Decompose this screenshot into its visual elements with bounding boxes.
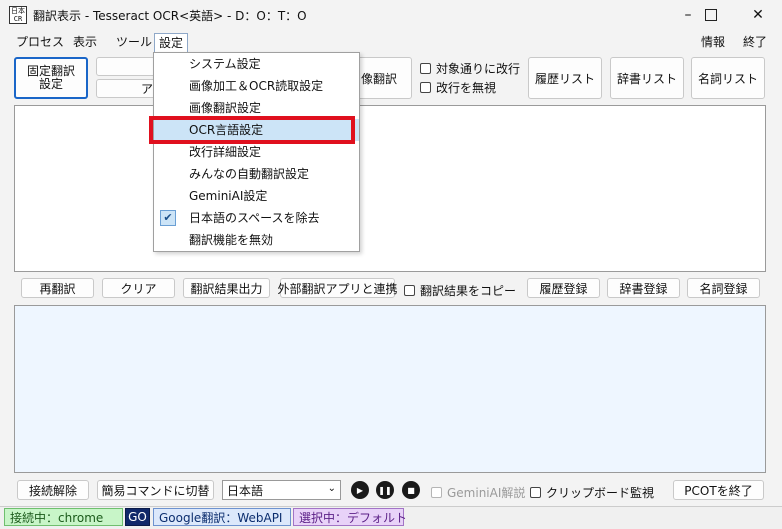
menu-minna-auto-translate-settings[interactable]: みんなの自動翻訳設定 [154, 163, 359, 185]
menu-exit[interactable]: 終了 [739, 33, 771, 53]
close-button[interactable]: ✕ [735, 0, 781, 30]
copy-result-checkbox[interactable]: 翻訳結果をコピー [404, 282, 516, 299]
menu-gemini-settings[interactable]: GeminiAI設定 [154, 185, 359, 207]
fixed-translate-label-2: 設定 [38, 77, 63, 91]
menu-view[interactable]: 表示 [69, 33, 101, 53]
checkbox-box [420, 82, 431, 93]
dict-list-button[interactable]: 辞書リスト [610, 57, 684, 99]
play-button[interactable]: ▶ [351, 481, 369, 499]
hidden-button-fragment: ア [140, 82, 153, 96]
clipboard-watch-label: クリップボード監視 [546, 486, 655, 500]
translator-status: Google翻訳：WebAPI [153, 508, 291, 526]
menu-image-ocr-settings[interactable]: 画像加工＆OCR読取設定 [154, 75, 359, 97]
hidden-toolbar-button-2[interactable]: ア [96, 79, 156, 98]
language-select-value: 日本語 [227, 483, 264, 498]
window-title: 翻訳表示 - Tesseract OCR<英語> - D：O：T：O [33, 9, 307, 23]
copy-result-label: 翻訳結果をコピー [420, 284, 517, 298]
menu-line-break-settings[interactable]: 改行詳細設定 [154, 141, 359, 163]
play-icon: ▶ [356, 485, 364, 495]
noun-register-button[interactable]: 名詞登録 [687, 278, 760, 298]
translation-result-area[interactable] [14, 305, 766, 473]
language-select[interactable]: 日本語 ⌄ [222, 480, 341, 500]
gemini-explain-checkbox[interactable]: GeminiAI解説 [431, 484, 525, 501]
stop-icon: ■ [407, 485, 415, 495]
checkmark-icon: ✔ [160, 210, 176, 226]
menu-tools[interactable]: ツール [112, 33, 156, 53]
ignore-break-label: 改行を無視 [436, 81, 497, 95]
maximize-icon [705, 9, 717, 21]
pause-button[interactable]: ❚❚ [376, 481, 394, 499]
history-register-button[interactable]: 履歴登録 [527, 278, 600, 298]
connection-status: 接続中：chrome [4, 508, 123, 526]
line-break-label: 対象通りに改行 [436, 62, 521, 76]
pause-icon: ❚❚ [378, 485, 392, 495]
settings-dropdown-menu: システム設定 画像加工＆OCR読取設定 画像翻訳設定 OCR言語設定 改行詳細設… [153, 52, 360, 252]
app-icon: 日本 CR [9, 6, 27, 24]
go-status-badge[interactable]: GO [125, 508, 150, 526]
simple-command-button[interactable]: 簡易コマンドに切替 [97, 480, 214, 500]
checkbox-box [530, 487, 541, 498]
output-result-button[interactable]: 翻訳結果出力 [183, 278, 270, 298]
fixed-translate-settings-button[interactable]: 固定翻訳 設定 [14, 57, 88, 99]
menu-info[interactable]: 情報 [697, 33, 729, 53]
checkbox-box [404, 285, 415, 296]
menu-system-settings[interactable]: システム設定 [154, 53, 359, 75]
clipboard-watch-checkbox[interactable]: クリップボード監視 [530, 484, 654, 501]
source-text-area[interactable] [14, 105, 766, 272]
dict-register-button[interactable]: 辞書登録 [607, 278, 680, 298]
highlight-annotation-box [149, 116, 355, 144]
disconnect-button[interactable]: 接続解除 [17, 480, 89, 500]
gemini-explain-label: GeminiAI解説 [447, 486, 526, 500]
menu-settings[interactable]: 設定 [154, 33, 189, 53]
hidden-toolbar-button-1[interactable] [96, 57, 156, 76]
clear-button[interactable]: クリア [102, 278, 175, 298]
retranslate-button[interactable]: 再翻訳 [21, 278, 94, 298]
chevron-down-icon: ⌄ [327, 483, 336, 494]
ignore-break-checkbox[interactable]: 改行を無視 [420, 79, 496, 96]
checkbox-box [420, 63, 431, 74]
menu-remove-japanese-spaces[interactable]: ✔ 日本語のスペースを除去 [154, 207, 359, 229]
stop-button[interactable]: ■ [402, 481, 420, 499]
checkbox-box [431, 487, 442, 498]
line-break-checkbox[interactable]: 対象通りに改行 [420, 60, 520, 77]
remove-spaces-label: 日本語のスペースを除去 [189, 211, 320, 225]
noun-list-button[interactable]: 名詞リスト [691, 57, 765, 99]
menu-process[interactable]: プロセス [12, 33, 68, 53]
history-list-button[interactable]: 履歴リスト [528, 57, 602, 99]
close-icon: ✕ [752, 7, 764, 23]
maximize-button[interactable] [688, 0, 734, 30]
external-app-button[interactable]: 外部翻訳アプリと連携 [278, 278, 398, 298]
menu-disable-translation[interactable]: 翻訳機能を無効 [154, 229, 359, 251]
pcot-exit-button[interactable]: PCOTを終了 [673, 480, 764, 500]
selection-status: 選択中：デフォルト [293, 508, 407, 526]
